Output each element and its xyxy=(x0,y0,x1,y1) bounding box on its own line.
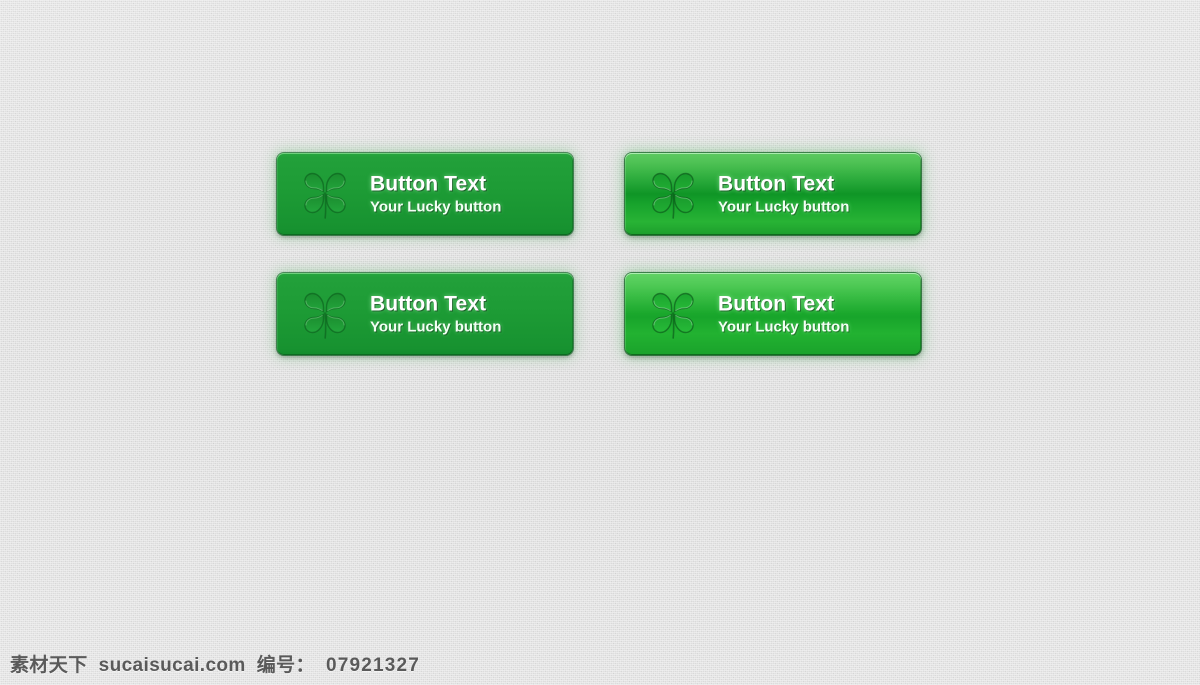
gloss-sheen xyxy=(625,153,921,194)
four-leaf-clover-icon xyxy=(645,166,701,222)
button-subtitle: Your Lucky button xyxy=(718,198,850,216)
four-leaf-clover-icon xyxy=(645,286,701,342)
watermark: 素材天下 sucaisucai.com 编号： 07921327 xyxy=(10,650,420,677)
button-title: Button Text xyxy=(718,172,835,196)
watermark-domain: sucaisucai.com xyxy=(98,655,246,676)
button-label-group: Button Text Your Lucky button xyxy=(370,172,501,217)
button-title: Button Text xyxy=(718,292,835,316)
button-subtitle: Your Lucky button xyxy=(370,198,502,216)
watermark-code-label: 编号： xyxy=(256,655,315,676)
watermark-site-name: 素材天下 xyxy=(10,655,88,676)
four-leaf-clover-icon xyxy=(297,166,353,222)
button-title: Button Text xyxy=(370,172,487,196)
button-title: Button Text xyxy=(370,292,487,316)
four-leaf-clover-icon xyxy=(297,286,353,342)
button-grid: Button Text Your Lucky button Button Tex… xyxy=(277,153,921,358)
gloss-sheen xyxy=(625,273,921,314)
watermark-code-value: 07921327 xyxy=(325,655,421,676)
button-label-group: Button Text Your Lucky button xyxy=(370,292,501,337)
button-label-group: Button Text Your Lucky button xyxy=(718,172,849,217)
lucky-button-flat-2[interactable]: Button Text Your Lucky button xyxy=(277,273,573,355)
lucky-button-gloss-1[interactable]: Button Text Your Lucky button xyxy=(625,153,921,235)
button-label-group: Button Text Your Lucky button xyxy=(718,292,849,337)
lucky-button-flat-1[interactable]: Button Text Your Lucky button xyxy=(277,153,573,235)
button-subtitle: Your Lucky button xyxy=(370,318,502,336)
lucky-button-gloss-2[interactable]: Button Text Your Lucky button xyxy=(625,273,921,355)
button-subtitle: Your Lucky button xyxy=(718,318,850,336)
